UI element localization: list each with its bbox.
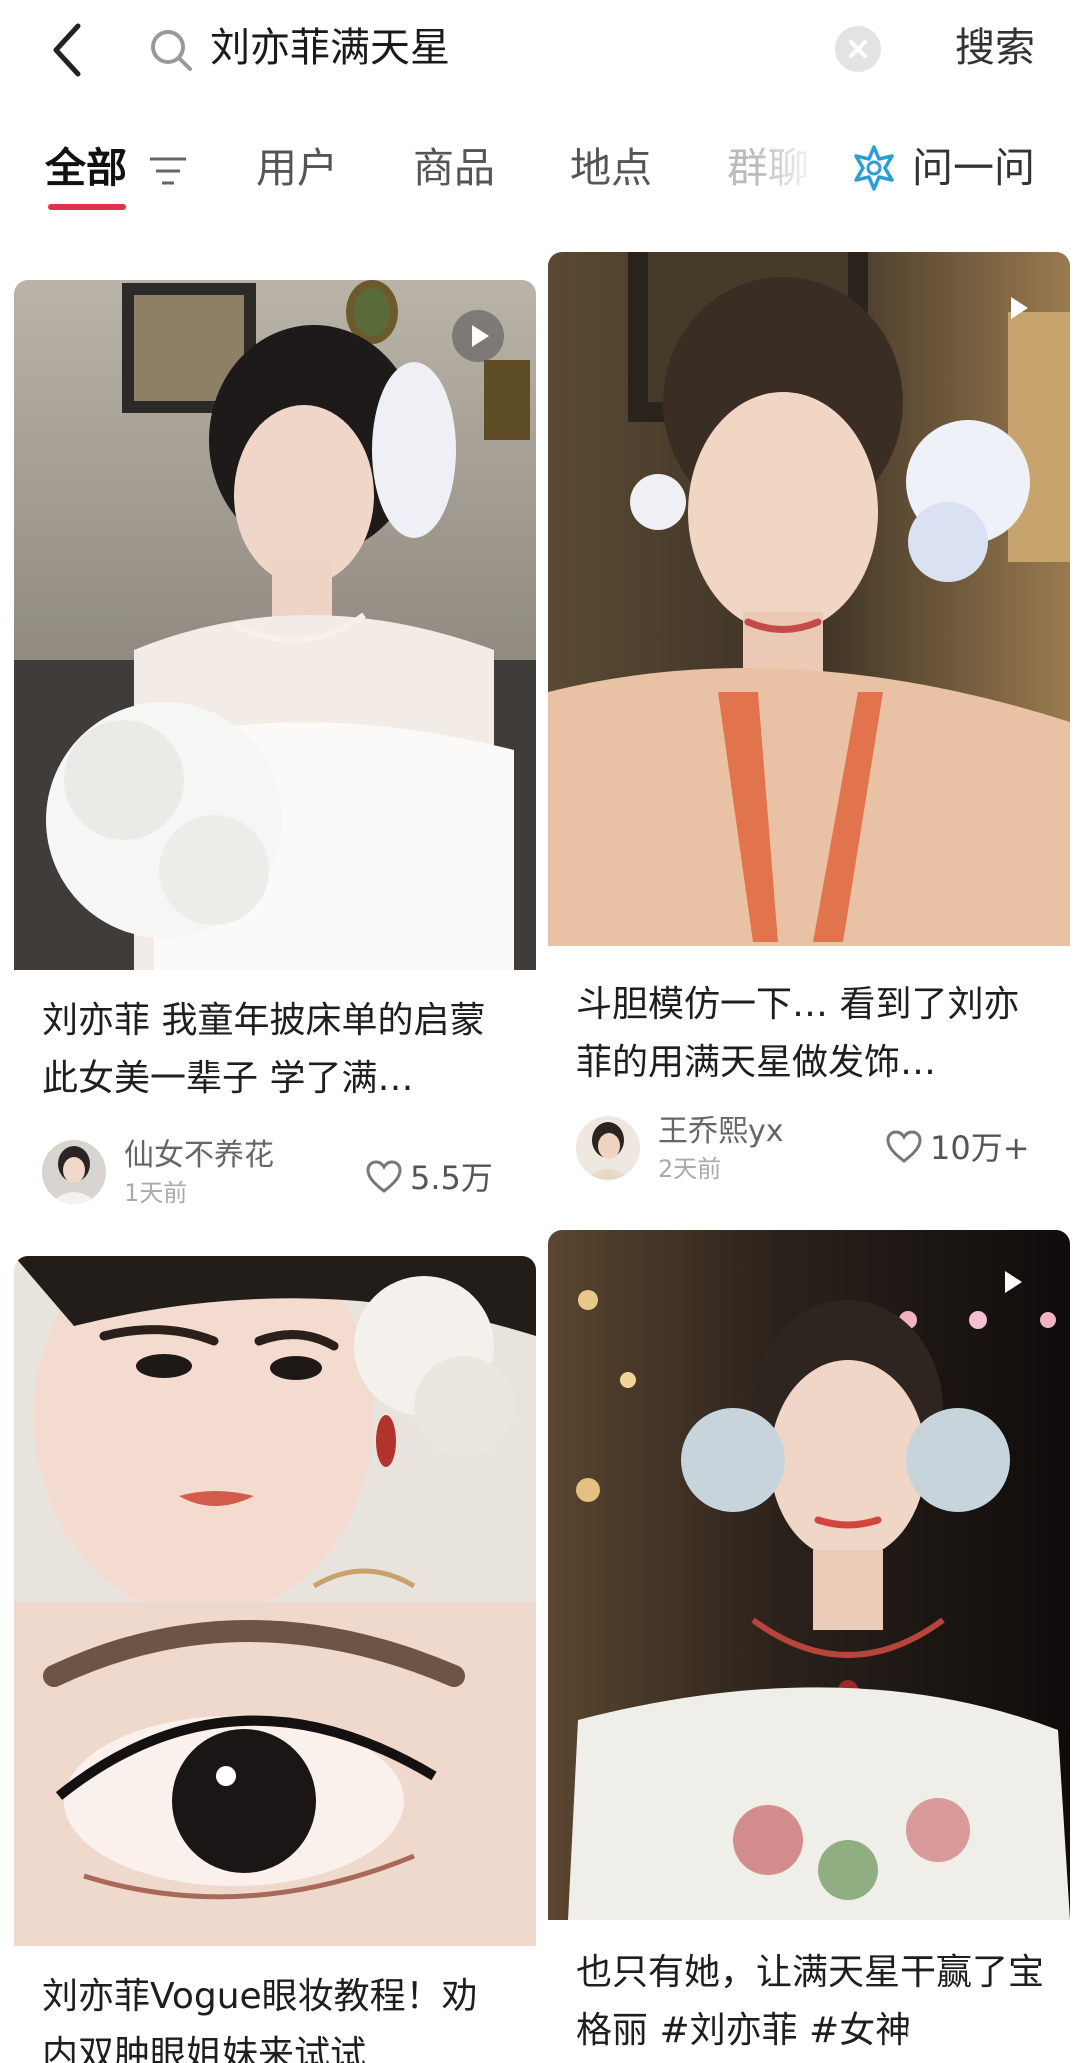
note-card[interactable]: 刘亦菲Vogue眼妆教程！劝内双肿眼姐妹来试试 <box>14 1256 536 2063</box>
tab-all[interactable]: 全部 <box>45 140 127 196</box>
post-time: 2天前 <box>658 1155 722 1183</box>
card-title: 刘亦菲 我童年披床单的启蒙 此女美一辈子 学了满… <box>42 1000 486 1099</box>
card-cover-image <box>14 280 536 970</box>
active-tab-indicator <box>48 204 126 210</box>
post-time: 1天前 <box>124 1179 188 1207</box>
video-play-icon[interactable] <box>986 1256 1038 1308</box>
search-header: 刘亦菲满天星 搜索 <box>0 0 1080 100</box>
note-card[interactable]: 刘亦菲 我童年披床单的启蒙 此女美一辈子 学了满… 仙女不养花 1天前 5.5万 <box>14 280 536 1225</box>
ask-sparkle-icon <box>854 145 894 191</box>
search-button[interactable]: 搜索 <box>955 20 1035 76</box>
card-cover-image <box>548 1230 1070 1920</box>
video-play-icon[interactable] <box>992 282 1044 334</box>
like-button[interactable]: 5.5万 <box>366 1156 526 1200</box>
card-title: 刘亦菲Vogue眼妆教程！劝内双肿眼姐妹来试试 <box>42 1976 478 2063</box>
note-card[interactable]: 斗胆模仿一下… 看到了刘亦菲的用满天星做发饰… 王乔熙yx 2天前 10万+ <box>548 252 1070 1207</box>
card-cover-image <box>548 252 1070 946</box>
tab-products[interactable]: 商品 <box>413 140 495 196</box>
video-play-icon[interactable] <box>452 310 504 362</box>
heart-icon <box>886 1130 922 1163</box>
author-name[interactable]: 王乔熙yx <box>658 1112 784 1152</box>
tab-fade-overlay <box>755 132 845 212</box>
tab-users[interactable]: 用户 <box>256 140 338 196</box>
back-arrow-icon[interactable] <box>48 20 88 80</box>
tab-places[interactable]: 地点 <box>570 140 652 196</box>
clear-input-icon[interactable] <box>835 26 881 72</box>
card-title: 斗胆模仿一下… 看到了刘亦菲的用满天星做发饰… <box>576 984 1020 1083</box>
watermark-text: @一颗露珠 <box>905 2012 1055 2047</box>
filter-icon[interactable] <box>148 154 188 188</box>
search-icon <box>148 27 194 73</box>
author-avatar[interactable] <box>576 1116 640 1180</box>
like-button[interactable]: 10万+ <box>886 1126 1056 1170</box>
author-avatar[interactable] <box>42 1140 106 1204</box>
card-cover-image <box>14 1256 536 1946</box>
author-name[interactable]: 仙女不养花 <box>124 1136 274 1176</box>
like-count: 5.5万 <box>410 1159 493 1197</box>
like-count: 10万+ <box>930 1129 1030 1167</box>
ask-label: 问一问 <box>912 144 1035 192</box>
note-card[interactable]: 也只有她，让满天星干赢了宝格丽 #刘亦菲 #女神 <box>548 1230 1070 2063</box>
search-tabs: 全部 用户 商品 地点 群聊 问一问 <box>0 132 1080 212</box>
search-input[interactable]: 刘亦菲满天星 <box>210 20 450 76</box>
heart-icon <box>366 1160 402 1193</box>
